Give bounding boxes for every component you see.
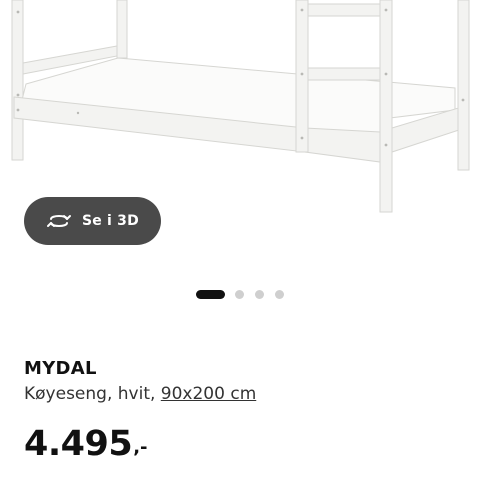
product-page: Se i 3D MYDAL Køyeseng, hvit, 90x200 cm … xyxy=(0,0,480,480)
cut-off-text xyxy=(24,472,134,480)
view-in-3d-label: Se i 3D xyxy=(82,213,139,229)
right-post xyxy=(457,0,470,171)
price-amount: 4.495 xyxy=(24,424,133,464)
rotate-3d-icon xyxy=(46,211,72,231)
ladder-left-rail xyxy=(295,0,309,153)
product-name: MYDAL xyxy=(24,358,97,379)
pagination-dot[interactable] xyxy=(275,290,284,299)
pagination-dot-active[interactable] xyxy=(196,290,225,299)
view-in-3d-button[interactable]: Se i 3D xyxy=(24,197,161,245)
price-suffix: ,- xyxy=(133,437,148,458)
ladder-right-rail xyxy=(379,0,393,213)
pagination-dot[interactable] xyxy=(255,290,264,299)
ladder-rung xyxy=(307,67,381,81)
front-rail-end xyxy=(304,127,381,163)
size-link[interactable]: 90x200 cm xyxy=(161,384,256,404)
left-front-post xyxy=(11,0,24,161)
product-description: Køyeseng, hvit, 90x200 cm xyxy=(24,384,256,404)
product-price: 4.495 ,- xyxy=(24,422,148,466)
left-back-post xyxy=(116,0,128,59)
ladder-rung xyxy=(307,3,381,17)
pagination-dot[interactable] xyxy=(235,290,244,299)
gallery-pagination xyxy=(0,290,480,300)
product-type-text: Køyeseng, hvit, xyxy=(24,384,161,404)
